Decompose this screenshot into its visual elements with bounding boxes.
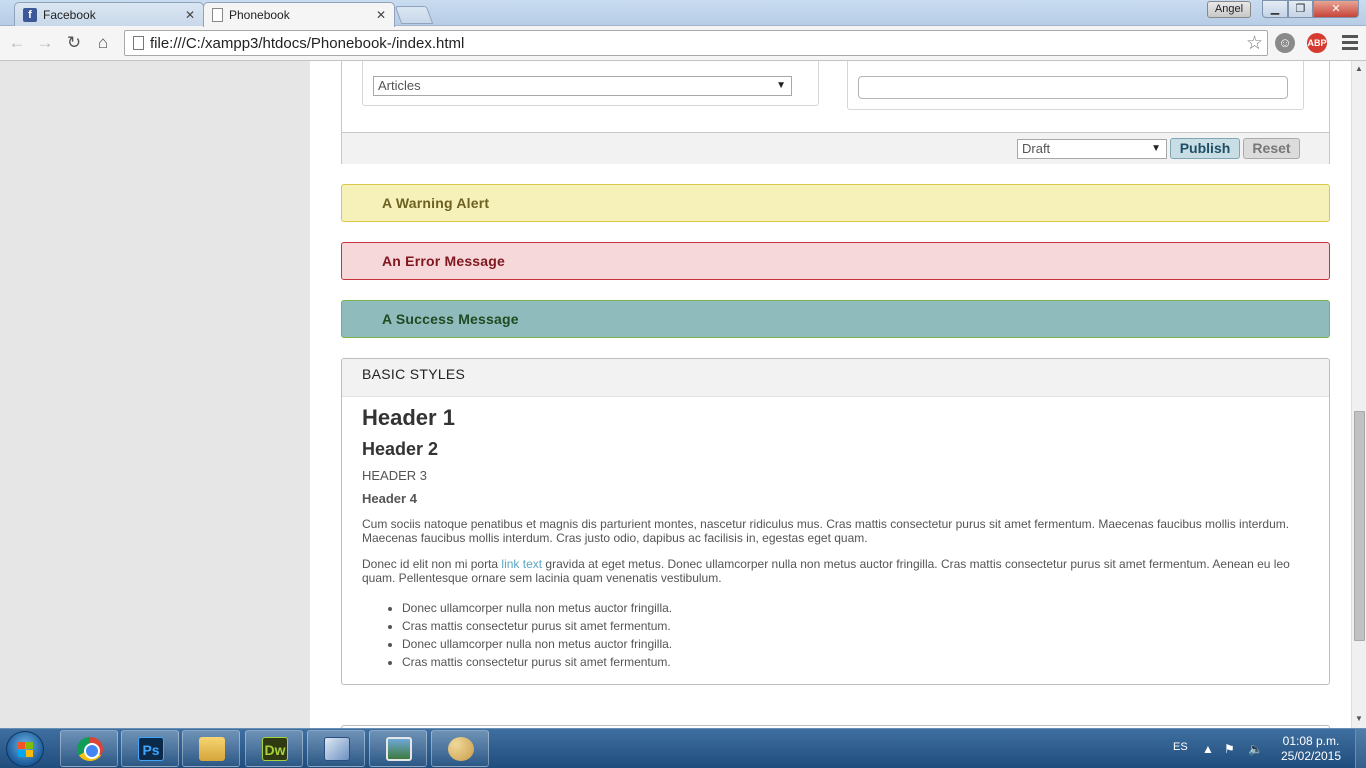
page-icon <box>133 36 144 50</box>
dropdown-arrow-icon: ▼ <box>1151 143 1161 154</box>
3d-box-icon <box>324 737 350 761</box>
main-content: Articles ▼ Draft ▼ Publish Reset A Warni… <box>310 61 1351 728</box>
minimize-button[interactable]: ▁ <box>1262 0 1288 18</box>
browser-toolbar: ← → ↻ ⌂ file:///C:/xampp3/htdocs/Phonebo… <box>0 26 1366 61</box>
taskbar-photoshop[interactable]: Ps <box>121 730 179 767</box>
header-2: Header 2 <box>362 439 439 459</box>
system-clock[interactable]: 01:08 p.m. 25/02/2015 <box>1279 734 1343 764</box>
action-center-icon[interactable]: ⚑ <box>1224 742 1235 756</box>
page-viewport: Articles ▼ Draft ▼ Publish Reset A Warni… <box>0 61 1351 728</box>
category-select-value: Articles <box>378 78 421 93</box>
list-item: Donec ullamcorper nulla non metus auctor… <box>402 599 1309 617</box>
file-explorer-icon <box>199 737 225 761</box>
document-icon <box>212 8 223 22</box>
reset-button[interactable]: Reset <box>1243 138 1300 159</box>
warning-alert: A Warning Alert <box>341 184 1330 222</box>
list-item: Cras mattis consectetur purus sit amet f… <box>402 653 1309 671</box>
panel-title: BASIC STYLES <box>342 359 1329 397</box>
form-actions: Draft ▼ Publish Reset <box>342 132 1329 164</box>
address-bar[interactable]: file:///C:/xampp3/htdocs/Phonebook-/inde… <box>124 30 1268 56</box>
form-panel: Articles ▼ Draft ▼ Publish Reset <box>341 61 1330 164</box>
error-alert: An Error Message <box>341 242 1330 280</box>
status-select[interactable]: Draft ▼ <box>1017 139 1167 159</box>
header-3: HEADER 3 <box>362 468 428 483</box>
start-button[interactable] <box>6 731 44 767</box>
reload-icon[interactable]: ↻ <box>63 33 85 53</box>
photoshop-icon: Ps <box>138 737 164 761</box>
back-arrow-icon[interactable]: ← <box>6 33 28 53</box>
home-icon[interactable]: ⌂ <box>92 33 114 53</box>
profile-button[interactable]: Angel <box>1207 1 1251 18</box>
show-hidden-icons-icon[interactable]: ▲ <box>1202 742 1214 756</box>
list-item: Donec ullamcorper nulla non metus auctor… <box>402 635 1309 653</box>
volume-icon[interactable]: 🔈 <box>1248 742 1263 756</box>
fieldset-text <box>847 61 1304 110</box>
window-close-button[interactable]: ✕ <box>1313 0 1359 18</box>
paragraph: Cum sociis natoque penatibus et magnis d… <box>362 517 1290 545</box>
windows-logo-icon <box>18 742 34 758</box>
basic-styles-panel: BASIC STYLES Header 1 Header 2 HEADER 3 … <box>341 358 1330 685</box>
dreamweaver-icon: Dw <box>262 737 288 761</box>
taskbar-file-explorer[interactable] <box>182 730 240 767</box>
success-alert: A Success Message <box>341 300 1330 338</box>
header-1: Header 1 <box>362 405 455 430</box>
scroll-up-icon[interactable]: ▲ <box>1355 64 1363 73</box>
close-icon[interactable]: ✕ <box>185 8 195 22</box>
tab-title: Phonebook <box>229 8 290 22</box>
paint-icon <box>448 737 474 761</box>
menu-icon[interactable] <box>1342 35 1358 53</box>
tab-title: Facebook <box>43 7 96 22</box>
tab-facebook[interactable]: f Facebook ✕ <box>14 2 204 26</box>
list-item: Cras mattis consectetur purus sit amet f… <box>402 617 1309 635</box>
taskbar-3d-box[interactable] <box>307 730 365 767</box>
url-text[interactable]: file:///C:/xampp3/htdocs/Phonebook-/inde… <box>150 35 464 52</box>
clock-date: 25/02/2015 <box>1280 749 1342 763</box>
status-select-value: Draft <box>1022 141 1051 156</box>
clock-time: 01:08 p.m. <box>1282 734 1340 748</box>
chrome-icon <box>77 737 103 761</box>
facebook-icon: f <box>23 7 37 22</box>
header-4: Header 4 <box>362 491 417 506</box>
paragraph-text: Donec id elit non mi porta <box>362 557 502 571</box>
vertical-scrollbar[interactable]: ▲ ▼ <box>1351 61 1366 728</box>
dropdown-arrow-icon: ▼ <box>776 80 786 91</box>
panel-body: Header 1 Header 2 HEADER 3 Header 4 Cum … <box>342 397 1329 671</box>
show-desktop-button[interactable] <box>1355 729 1366 768</box>
bookmark-star-icon[interactable]: ☆ <box>1246 32 1263 55</box>
close-icon[interactable]: ✕ <box>376 8 386 22</box>
taskbar-photo-viewer[interactable] <box>369 730 427 767</box>
tab-phonebook[interactable]: Phonebook ✕ <box>203 2 395 27</box>
language-indicator[interactable]: ES <box>1173 741 1188 753</box>
category-select[interactable]: Articles ▼ <box>373 76 792 96</box>
scroll-thumb[interactable] <box>1354 411 1365 641</box>
adblock-plus-icon[interactable]: ABP <box>1307 33 1327 53</box>
publish-button[interactable]: Publish <box>1170 138 1240 159</box>
text-input[interactable] <box>858 76 1288 99</box>
bullet-list: Donec ullamcorper nulla non metus auctor… <box>402 599 1309 671</box>
ghostery-icon[interactable]: ☺ <box>1275 33 1295 53</box>
scroll-down-icon[interactable]: ▼ <box>1355 714 1363 723</box>
inline-link[interactable]: link text <box>501 557 542 571</box>
forward-arrow-icon[interactable]: → <box>34 33 56 53</box>
sidebar <box>0 61 310 728</box>
browser-tab-strip: f Facebook ✕ Phonebook ✕ Angel ▁ ❐ ✕ <box>0 0 1366 27</box>
fieldset-category: Articles ▼ <box>362 61 819 106</box>
taskbar-dreamweaver[interactable]: Dw <box>245 730 303 767</box>
paragraph-with-link: Donec id elit non mi porta link text gra… <box>362 557 1309 585</box>
taskbar-chrome[interactable] <box>60 730 118 767</box>
restore-button[interactable]: ❐ <box>1288 0 1313 18</box>
new-tab-button[interactable] <box>394 6 434 24</box>
taskbar: Ps Dw ES ▲ ⚑ 🔈 01:08 p.m. 25/02/2015 <box>0 728 1366 768</box>
photo-viewer-icon <box>386 737 412 761</box>
taskbar-paint[interactable] <box>431 730 489 767</box>
